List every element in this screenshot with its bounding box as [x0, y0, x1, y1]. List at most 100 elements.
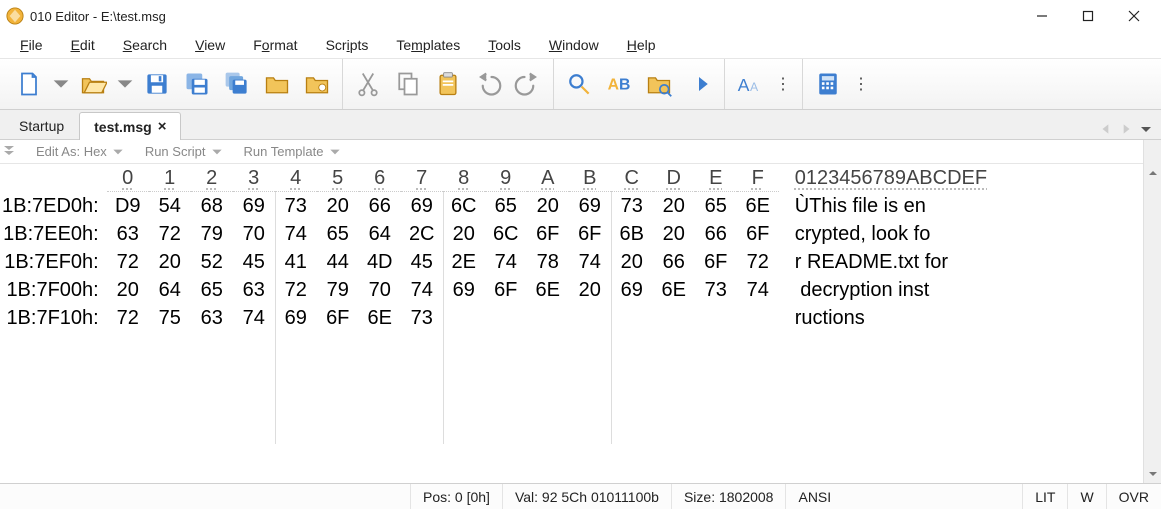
- menu-scripts[interactable]: Scripts: [314, 35, 381, 55]
- hex-byte[interactable]: 6F: [485, 276, 527, 304]
- open-folder-button[interactable]: [258, 65, 296, 103]
- status-endian[interactable]: LIT: [1022, 484, 1067, 509]
- tab-active[interactable]: test.msg ×: [79, 112, 181, 140]
- hex-byte[interactable]: 6F: [737, 220, 779, 248]
- hex-byte[interactable]: 6E: [527, 276, 569, 304]
- hex-bytes[interactable]: 0123456789ABCDEF D9546869732066696C65206…: [107, 164, 779, 483]
- hex-byte[interactable]: 78: [527, 248, 569, 276]
- hex-byte[interactable]: 65: [191, 276, 233, 304]
- close-icon[interactable]: ×: [158, 118, 167, 135]
- hex-byte[interactable]: 6F: [695, 248, 737, 276]
- scroll-up-icon[interactable]: [1144, 164, 1161, 182]
- hex-byte[interactable]: 63: [107, 220, 149, 248]
- open-drive-button[interactable]: [298, 65, 336, 103]
- run-script-dropdown[interactable]: Run Script: [145, 144, 224, 159]
- hex-byte[interactable]: 74: [569, 248, 611, 276]
- hex-byte[interactable]: 72: [737, 248, 779, 276]
- menu-edit[interactable]: Edit: [59, 35, 107, 55]
- hex-byte[interactable]: 41: [275, 248, 317, 276]
- new-file-button[interactable]: [10, 65, 48, 103]
- calculator-button[interactable]: [809, 65, 847, 103]
- hex-byte[interactable]: 54: [149, 192, 191, 220]
- hex-byte[interactable]: 79: [317, 276, 359, 304]
- hex-byte[interactable]: 6B: [611, 220, 653, 248]
- hex-byte[interactable]: 65: [485, 192, 527, 220]
- hex-byte[interactable]: 20: [443, 220, 485, 248]
- status-size[interactable]: Size: 1802008: [671, 484, 786, 509]
- hex-byte[interactable]: 20: [569, 276, 611, 304]
- hex-byte[interactable]: 6F: [317, 304, 359, 332]
- hex-byte[interactable]: 68: [191, 192, 233, 220]
- hex-byte[interactable]: 2E: [443, 248, 485, 276]
- edit-as-dropdown[interactable]: Edit As: Hex: [36, 144, 125, 159]
- hex-byte[interactable]: [443, 304, 485, 332]
- hex-byte[interactable]: D9: [107, 192, 149, 220]
- undo-button[interactable]: [469, 65, 507, 103]
- hex-byte[interactable]: 74: [737, 276, 779, 304]
- status-w[interactable]: W: [1067, 484, 1105, 509]
- tab-prev-icon[interactable]: [1099, 122, 1113, 139]
- hex-byte[interactable]: 65: [695, 192, 737, 220]
- status-ovr[interactable]: OVR: [1106, 484, 1161, 509]
- hex-byte[interactable]: 70: [233, 220, 275, 248]
- hex-byte[interactable]: 72: [107, 248, 149, 276]
- hex-byte[interactable]: 44: [317, 248, 359, 276]
- hex-byte[interactable]: [485, 304, 527, 332]
- hex-byte[interactable]: 74: [401, 276, 443, 304]
- hex-byte[interactable]: 72: [149, 220, 191, 248]
- save-all-button[interactable]: [218, 65, 256, 103]
- status-val[interactable]: Val: 92 5Ch 01011100b: [502, 484, 671, 509]
- scroll-down-icon[interactable]: [1144, 465, 1161, 483]
- close-button[interactable]: [1111, 1, 1157, 31]
- ascii-row[interactable]: ÙThis file is en: [795, 192, 987, 220]
- hex-byte[interactable]: 63: [191, 304, 233, 332]
- ascii-row[interactable]: r README.txt for: [795, 248, 987, 276]
- menu-format[interactable]: Format: [241, 35, 309, 55]
- toolbar-overflow[interactable]: ⋮: [771, 74, 796, 94]
- save-button[interactable]: [138, 65, 176, 103]
- hex-byte[interactable]: [653, 304, 695, 332]
- hex-byte[interactable]: 72: [107, 304, 149, 332]
- status-encoding[interactable]: ANSI: [785, 484, 843, 509]
- toolbar-overflow-2[interactable]: ⋮: [849, 74, 874, 94]
- new-file-dropdown[interactable]: [50, 65, 72, 103]
- paste-button[interactable]: [429, 65, 467, 103]
- menu-window[interactable]: Window: [537, 35, 611, 55]
- hex-byte[interactable]: 6F: [527, 220, 569, 248]
- tab-next-icon[interactable]: [1119, 122, 1133, 139]
- hex-byte[interactable]: 45: [233, 248, 275, 276]
- hex-byte[interactable]: 74: [233, 304, 275, 332]
- hex-byte[interactable]: [695, 304, 737, 332]
- hex-byte[interactable]: 66: [695, 220, 737, 248]
- hex-byte[interactable]: 66: [653, 248, 695, 276]
- hex-byte[interactable]: 20: [611, 248, 653, 276]
- goto-button[interactable]: [680, 65, 718, 103]
- hex-byte[interactable]: 69: [401, 192, 443, 220]
- menu-file[interactable]: File: [8, 35, 55, 55]
- hex-byte[interactable]: 73: [695, 276, 737, 304]
- hex-byte[interactable]: [527, 304, 569, 332]
- hex-byte[interactable]: [737, 304, 779, 332]
- ascii-row[interactable]: ructions: [795, 304, 987, 332]
- hex-byte[interactable]: 73: [275, 192, 317, 220]
- ascii-pane[interactable]: 0123456789ABCDEF ÙThis file is encrypted…: [793, 164, 987, 483]
- hex-byte[interactable]: 6E: [737, 192, 779, 220]
- maximize-button[interactable]: [1065, 1, 1111, 31]
- find-in-files-button[interactable]: [640, 65, 678, 103]
- hex-byte[interactable]: 6F: [569, 220, 611, 248]
- hex-byte[interactable]: 69: [443, 276, 485, 304]
- hex-byte[interactable]: 45: [401, 248, 443, 276]
- cut-button[interactable]: [349, 65, 387, 103]
- menu-tools[interactable]: Tools: [476, 35, 533, 55]
- hex-byte[interactable]: 20: [317, 192, 359, 220]
- hex-byte[interactable]: 74: [485, 248, 527, 276]
- open-file-button[interactable]: [74, 65, 112, 103]
- tab-list-icon[interactable]: [1139, 122, 1153, 139]
- vertical-scrollbar[interactable]: [1143, 164, 1161, 483]
- hex-byte[interactable]: 6E: [653, 276, 695, 304]
- hex-byte[interactable]: 20: [107, 276, 149, 304]
- run-template-dropdown[interactable]: Run Template: [244, 144, 342, 159]
- font-button[interactable]: AA: [731, 65, 769, 103]
- hex-byte[interactable]: 6C: [443, 192, 485, 220]
- minimize-button[interactable]: [1019, 1, 1065, 31]
